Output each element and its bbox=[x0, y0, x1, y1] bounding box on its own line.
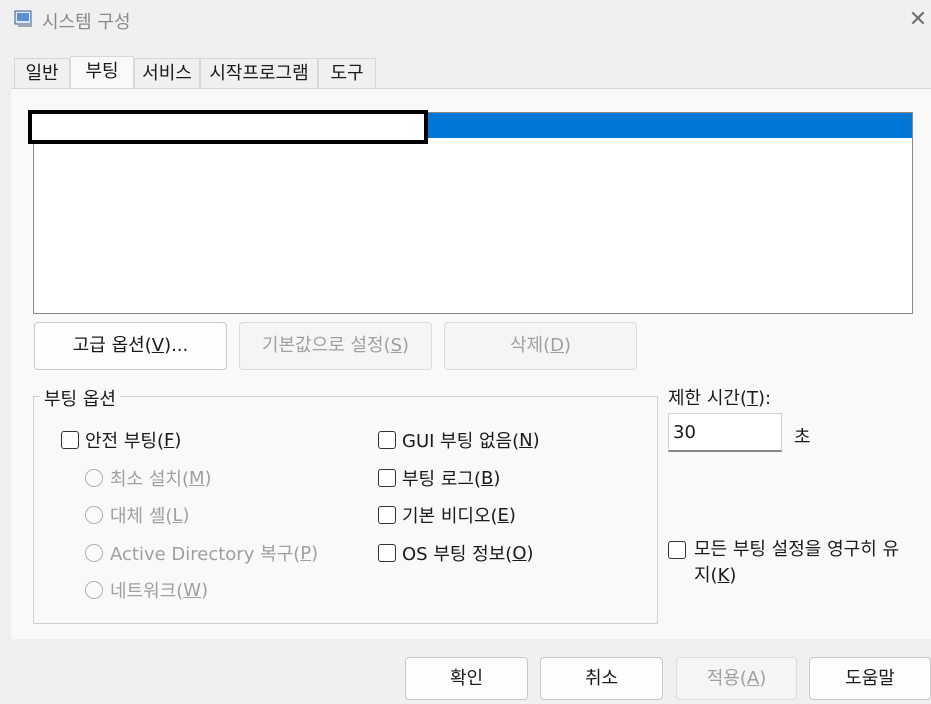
network-radio-row[interactable]: 네트워크(W) bbox=[85, 578, 208, 602]
apply-button[interactable]: 적용(A) bbox=[676, 657, 797, 700]
msconfig-app-icon bbox=[14, 9, 34, 29]
os-boot-info-checkbox[interactable] bbox=[378, 544, 396, 562]
timeout-label: 제한 시간(T): bbox=[668, 388, 772, 409]
base-video-row[interactable]: 기본 비디오(E) bbox=[378, 503, 516, 527]
ok-button[interactable]: 확인 bbox=[405, 657, 528, 700]
tab-general[interactable]: 일반 bbox=[14, 58, 70, 88]
tab-tools[interactable]: 도구 bbox=[318, 58, 376, 88]
set-default-button[interactable]: 기본값으로 설정(S) bbox=[239, 322, 432, 370]
ad-repair-radio[interactable] bbox=[85, 544, 103, 562]
os-boot-info-row[interactable]: OS 부팅 정보(O) bbox=[378, 541, 534, 565]
advanced-options-button[interactable]: 고급 옵션(V)... bbox=[34, 322, 227, 370]
safe-boot-checkbox[interactable] bbox=[61, 431, 79, 449]
help-button[interactable]: 도움말 bbox=[809, 657, 931, 700]
network-radio[interactable] bbox=[85, 581, 103, 599]
boot-log-row[interactable]: 부팅 로그(B) bbox=[378, 466, 500, 490]
timeout-unit: 초 bbox=[794, 427, 811, 448]
window-title: 시스템 구성 bbox=[42, 12, 131, 33]
minimal-radio-row[interactable]: 최소 설치(M) bbox=[85, 466, 212, 490]
no-gui-boot-checkbox[interactable] bbox=[378, 431, 396, 449]
make-permanent-checkbox[interactable] bbox=[668, 541, 686, 559]
title-bar bbox=[0, 0, 931, 40]
make-permanent-label-line1: 모든 부팅 설정을 영구히 유 bbox=[694, 539, 900, 560]
base-video-checkbox[interactable] bbox=[378, 506, 396, 524]
ad-repair-radio-row[interactable]: Active Directory 복구(P) bbox=[85, 541, 318, 565]
timeout-input[interactable]: 30 bbox=[668, 413, 782, 452]
boot-log-checkbox[interactable] bbox=[378, 469, 396, 487]
minimal-radio[interactable] bbox=[85, 469, 103, 487]
make-permanent-label-line2: 지(K) bbox=[694, 565, 737, 586]
delete-button[interactable]: 삭제(D) bbox=[444, 322, 637, 370]
safe-boot-checkbox-row[interactable]: 안전 부팅(F) bbox=[61, 428, 181, 452]
alternate-shell-radio-row[interactable]: 대체 셸(L) bbox=[85, 503, 190, 527]
cancel-button[interactable]: 취소 bbox=[540, 657, 663, 700]
redacted-boot-entry-label bbox=[28, 110, 428, 144]
tab-services[interactable]: 서비스 bbox=[134, 58, 200, 88]
boot-options-title: 부팅 옵션 bbox=[40, 385, 120, 411]
make-permanent-row[interactable]: 모든 부팅 설정을 영구히 유 지(K) bbox=[668, 537, 928, 589]
close-icon[interactable]: ✕ bbox=[905, 6, 931, 34]
tab-startup[interactable]: 시작프로그램 bbox=[200, 58, 318, 88]
tab-boot[interactable]: 부팅 bbox=[70, 56, 134, 88]
no-gui-boot-row[interactable]: GUI 부팅 없음(N) bbox=[378, 428, 540, 452]
alternate-shell-radio[interactable] bbox=[85, 506, 103, 524]
